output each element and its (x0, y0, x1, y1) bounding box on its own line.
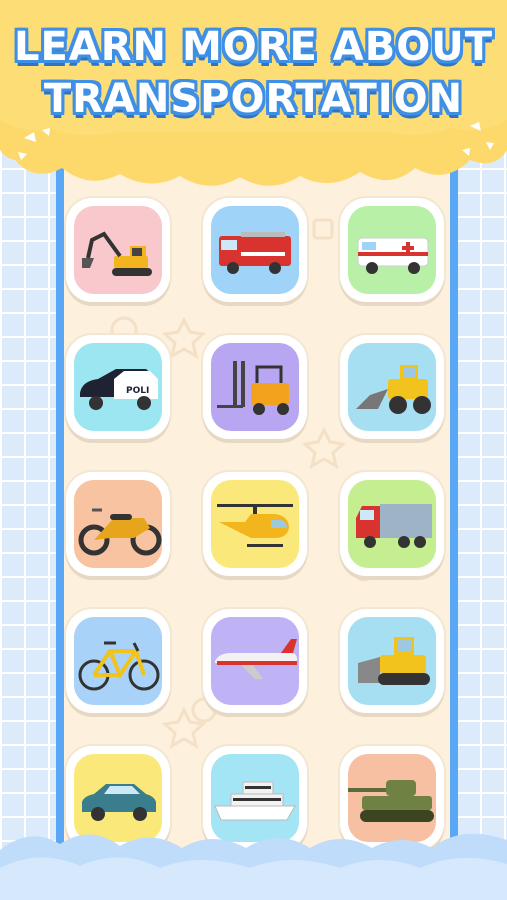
helicopter-icon (217, 504, 293, 547)
vehicle-card-ambulance[interactable] (340, 198, 444, 302)
card-background (348, 480, 436, 568)
vehicle-grid: POLI (66, 198, 444, 858)
excavator-icon (82, 231, 152, 276)
vehicle-card-wheel-loader[interactable] (340, 335, 444, 439)
card-background (348, 343, 436, 431)
vehicle-card-helicopter[interactable] (203, 472, 307, 576)
page-title-line-2: TRANSPORTATION (43, 76, 464, 122)
airplane-icon (215, 639, 297, 679)
vehicle-card-police-car[interactable]: POLI (66, 335, 170, 439)
vehicle-card-cargo-truck[interactable] (340, 472, 444, 576)
bottom-clouds (0, 833, 507, 900)
card-background: POLI (74, 343, 162, 431)
vehicle-card-forklift[interactable] (203, 335, 307, 439)
vehicle-card-motorcycle[interactable] (66, 472, 170, 576)
forklift-icon (217, 361, 289, 415)
card-background (348, 617, 436, 705)
card-background (348, 206, 436, 294)
card-background (211, 206, 299, 294)
card-background (211, 343, 299, 431)
card-background (211, 617, 299, 705)
motorcycle-icon (78, 508, 162, 556)
fire-truck-icon (219, 232, 291, 274)
vehicle-card-fire-truck[interactable] (203, 198, 307, 302)
svg-text:POLI: POLI (126, 386, 149, 396)
cargo-truck-icon (356, 504, 432, 548)
card-background (74, 480, 162, 568)
vehicle-card-airplane[interactable] (203, 609, 307, 713)
vehicle-card-excavator[interactable] (66, 198, 170, 302)
vehicle-card-bulldozer[interactable] (340, 609, 444, 713)
vehicle-card-bicycle[interactable] (66, 609, 170, 713)
bulldozer-loader-icon (356, 365, 431, 414)
card-background (211, 480, 299, 568)
bulldozer-icon (358, 637, 430, 685)
ambulance-icon (357, 237, 429, 274)
card-background (74, 617, 162, 705)
card-background (74, 206, 162, 294)
police-car-icon: POLI (80, 369, 158, 410)
page-title-line-1: LEARN MORE ABOUT (13, 24, 494, 70)
bicycle-icon (78, 641, 160, 691)
